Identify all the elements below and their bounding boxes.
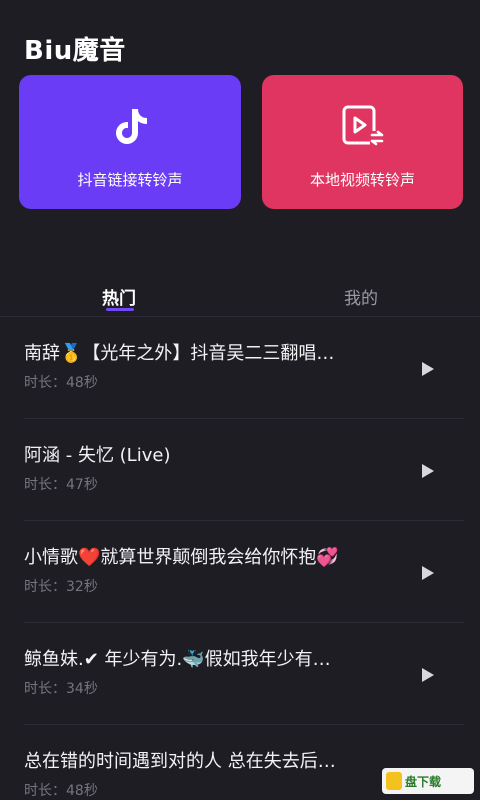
- active-tab-indicator: [106, 308, 134, 311]
- tab-bar: 热门 我的: [0, 280, 480, 316]
- app-title: Biu魔音: [24, 36, 126, 66]
- watermark-text: 盘下载: [405, 774, 442, 789]
- song-duration: 时长：34秒: [24, 681, 98, 697]
- song-title: 南辞🥇【光年之外】抖音吴二三翻唱…: [24, 343, 335, 364]
- play-icon[interactable]: [422, 362, 434, 376]
- song-row[interactable]: 鲸鱼妹.✔ 年少有为.🐳假如我年少有… 时长：34秒: [24, 623, 464, 725]
- song-title: 总在错的时间遇到对的人 总在失去后…: [24, 751, 336, 772]
- watermark-icon: [386, 772, 402, 790]
- song-duration: 时长：47秒: [24, 477, 98, 493]
- douyin-card-label: 抖音链接转铃声: [77, 171, 183, 189]
- douyin-link-to-ringtone-button[interactable]: 抖音链接转铃声: [19, 75, 241, 209]
- video-convert-icon: [342, 105, 386, 146]
- song-row[interactable]: 小情歌❤️就算世界颠倒我会给你怀抱💞 时长：32秒: [24, 521, 464, 623]
- song-title: 阿涵 - 失忆 (Live): [24, 445, 171, 466]
- watermark-logo: 盘下载: [382, 768, 474, 794]
- play-icon[interactable]: [422, 464, 434, 478]
- local-card-label: 本地视频转铃声: [309, 171, 415, 189]
- play-icon[interactable]: [422, 668, 434, 682]
- song-duration: 时长：32秒: [24, 579, 98, 595]
- song-duration: 时长：48秒: [24, 783, 98, 799]
- local-video-to-ringtone-button[interactable]: 本地视频转铃声: [262, 75, 463, 209]
- tab-hot[interactable]: 热门: [102, 284, 136, 309]
- song-title: 鲸鱼妹.✔ 年少有为.🐳假如我年少有…: [24, 649, 331, 670]
- song-row[interactable]: 阿涵 - 失忆 (Live) 时长：47秒: [24, 419, 464, 521]
- song-row[interactable]: 南辞🥇【光年之外】抖音吴二三翻唱… 时长：48秒: [24, 317, 464, 419]
- tab-mine[interactable]: 我的: [344, 284, 378, 309]
- song-list: 南辞🥇【光年之外】抖音吴二三翻唱… 时长：48秒 阿涵 - 失忆 (Live) …: [0, 317, 480, 800]
- play-icon[interactable]: [422, 566, 434, 580]
- song-title: 小情歌❤️就算世界颠倒我会给你怀抱💞: [24, 547, 339, 568]
- tiktok-note-icon: [116, 109, 147, 144]
- app-screen: Biu魔音 抖音链接转铃声 本地视频转铃声 热门 我的 南辞🥇【光年之外】抖音吴…: [0, 0, 480, 800]
- song-duration: 时长：48秒: [24, 375, 98, 391]
